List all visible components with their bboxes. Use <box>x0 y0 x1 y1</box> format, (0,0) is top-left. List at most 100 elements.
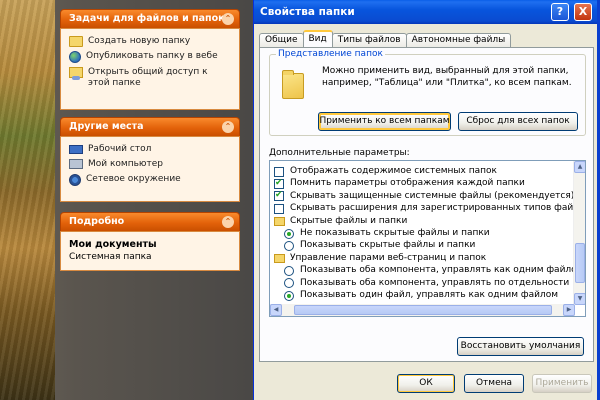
checkbox-option[interactable]: Помнить параметры отображения каждой пап… <box>274 177 525 190</box>
settings-group-header: Управление парами веб-страниц и папок <box>274 252 486 265</box>
advanced-settings-label: Дополнительные параметры: <box>269 148 410 158</box>
view-tab-page: Представление папок Можно применить вид,… <box>259 47 594 362</box>
place-label: Сетевое окружение <box>86 174 181 184</box>
other-places-header[interactable]: Другие места ⌃ <box>60 117 240 136</box>
folder-icon <box>274 253 285 263</box>
scroll-left-arrow-icon[interactable]: ◀ <box>270 304 282 316</box>
option-label: Показывать оба компонента, управлять как… <box>300 265 584 276</box>
reset-all-folders-button[interactable]: Сброс для всех папок <box>458 112 578 131</box>
new-folder-icon <box>69 36 83 47</box>
tasks-panel-title: Задачи для файлов и папок <box>69 13 225 24</box>
help-button[interactable]: ? <box>551 3 569 21</box>
task-share-folder[interactable]: Открыть общий доступ к этой папке <box>69 67 231 89</box>
option-label: Скрытые файлы и папки <box>290 215 408 226</box>
scroll-right-arrow-icon[interactable]: ▶ <box>563 304 575 316</box>
folder-icon <box>282 70 304 99</box>
horizontal-scroll-thumb[interactable] <box>294 305 552 315</box>
apply-to-all-folders-button[interactable]: Применить ко всем папкам <box>318 112 451 131</box>
settings-group-header: Скрытые файлы и папки <box>274 215 407 228</box>
option-label: Скрывать расширения для зарегистрированн… <box>290 203 586 214</box>
checkbox[interactable] <box>274 203 284 214</box>
other-places-panel: Другие места ⌃ Рабочий стол Мой компьюте… <box>60 117 240 202</box>
radio-option[interactable]: Показывать один файл, управлять как одни… <box>284 289 558 302</box>
tasks-panel: Задачи для файлов и папок ⌃ Создать нову… <box>60 9 240 110</box>
option-label: Показывать оба компонента, управлять по … <box>300 277 570 288</box>
tasks-panel-header[interactable]: Задачи для файлов и папок ⌃ <box>60 9 240 28</box>
radio-button[interactable] <box>284 240 294 251</box>
place-network[interactable]: Сетевое окружение <box>69 174 231 186</box>
tab-general[interactable]: Общие <box>259 33 304 47</box>
dialog-titlebar[interactable]: Свойства папки ? X <box>254 0 597 24</box>
task-label: Создать новую папку <box>88 36 191 46</box>
my-computer-icon <box>69 159 83 169</box>
folder-views-description: Можно применить вид, выбранный для этой … <box>322 66 572 88</box>
details-body: Мои документы Системная папка <box>60 231 240 271</box>
collapse-chevron-icon[interactable]: ⌃ <box>222 216 234 228</box>
radio-option[interactable]: Показывать оба компонента, управлять по … <box>284 277 569 290</box>
tab-view[interactable]: Вид <box>302 30 333 47</box>
task-label: Опубликовать папку в вебе <box>86 51 218 61</box>
other-places-body: Рабочий стол Мой компьютер Сетевое окруж… <box>60 136 240 202</box>
option-label: Не показывать скрытые файлы и папки <box>300 228 490 238</box>
checkbox[interactable] <box>274 166 284 177</box>
apply-button[interactable]: Применить <box>532 374 592 393</box>
desktop-icon <box>69 145 83 154</box>
details-panel: Подробно ⌃ Мои документы Системная папка <box>60 212 240 271</box>
checkbox[interactable] <box>274 177 284 190</box>
share-icon <box>69 67 83 80</box>
ok-button[interactable]: ОК <box>397 374 455 393</box>
checkbox-option[interactable]: Отображать содержимое системных папок <box>274 165 497 178</box>
scroll-down-arrow-icon[interactable]: ▼ <box>574 293 585 305</box>
folder-options-dialog: Свойства папки ? X Общие Вид Типы файлов… <box>253 0 600 400</box>
scroll-up-arrow-icon[interactable]: ▲ <box>574 161 585 173</box>
option-label: Отображать содержимое системных папок <box>290 166 497 176</box>
tab-file-types[interactable]: Типы файлов <box>331 33 407 47</box>
vertical-scrollbar[interactable]: ▲ ▼ <box>573 161 585 305</box>
option-label: Показывать скрытые файлы и папки <box>300 240 476 251</box>
radio-button[interactable] <box>284 278 294 289</box>
details-folder-name: Мои документы <box>69 239 157 250</box>
details-title: Подробно <box>69 216 125 227</box>
details-folder-type: Системная папка <box>69 252 152 262</box>
option-label: Скрывать защищенные системные файлы (рек… <box>290 190 575 201</box>
explorer-task-pane: Задачи для файлов и папок ⌃ Создать нову… <box>0 0 252 400</box>
details-header[interactable]: Подробно ⌃ <box>60 212 240 231</box>
task-new-folder[interactable]: Создать новую папку <box>69 36 231 47</box>
vertical-scroll-thumb[interactable] <box>575 243 585 283</box>
radio-option[interactable]: Не показывать скрытые файлы и папки <box>284 227 490 240</box>
cancel-button[interactable]: Отмена <box>464 374 524 393</box>
option-label: Показывать один файл, управлять как одни… <box>300 290 558 300</box>
place-desktop[interactable]: Рабочий стол <box>69 144 231 155</box>
task-publish-web[interactable]: Опубликовать папку в вебе <box>69 51 231 63</box>
task-label: Открыть общий доступ к этой папке <box>88 67 208 88</box>
option-label: Помнить параметры отображения каждой пап… <box>290 178 525 189</box>
network-icon <box>69 174 81 186</box>
tasks-panel-body: Создать новую папку Опубликовать папку в… <box>60 28 240 110</box>
tab-strip: Общие Вид Типы файлов Автономные файлы <box>259 30 512 47</box>
radio-button[interactable] <box>284 228 294 239</box>
checkbox-option[interactable]: Скрывать защищенные системные файлы (рек… <box>274 189 575 203</box>
radio-button[interactable] <box>284 290 294 301</box>
advanced-settings-list[interactable]: Отображать содержимое системных папок Пом… <box>269 160 586 317</box>
collapse-chevron-icon[interactable]: ⌃ <box>222 121 234 133</box>
folder-views-title: Представление папок <box>276 49 385 59</box>
tab-offline-files[interactable]: Автономные файлы <box>405 33 512 47</box>
dialog-title: Свойства папки <box>260 6 355 18</box>
radio-option[interactable]: Показывать скрытые файлы и папки <box>284 239 475 252</box>
collapse-chevron-icon[interactable]: ⌃ <box>222 13 234 25</box>
desktop-wallpaper <box>0 0 55 400</box>
other-places-title: Другие места <box>69 121 144 132</box>
horizontal-scrollbar[interactable]: ◀ ▶ <box>270 304 575 316</box>
place-my-computer[interactable]: Мой компьютер <box>69 159 231 170</box>
folder-icon <box>274 216 285 226</box>
place-label: Рабочий стол <box>88 144 152 154</box>
place-label: Мой компьютер <box>88 159 163 169</box>
globe-icon <box>69 51 81 63</box>
checkbox[interactable] <box>274 189 284 202</box>
restore-defaults-button[interactable]: Восстановить умолчания <box>457 337 584 356</box>
radio-option[interactable]: Показывать оба компонента, управлять как… <box>284 264 583 277</box>
close-button[interactable]: X <box>574 3 592 21</box>
folder-views-group: Представление папок Можно применить вид,… <box>269 49 586 136</box>
radio-button[interactable] <box>284 265 294 276</box>
checkbox-option[interactable]: Скрывать расширения для зарегистрированн… <box>274 202 586 215</box>
